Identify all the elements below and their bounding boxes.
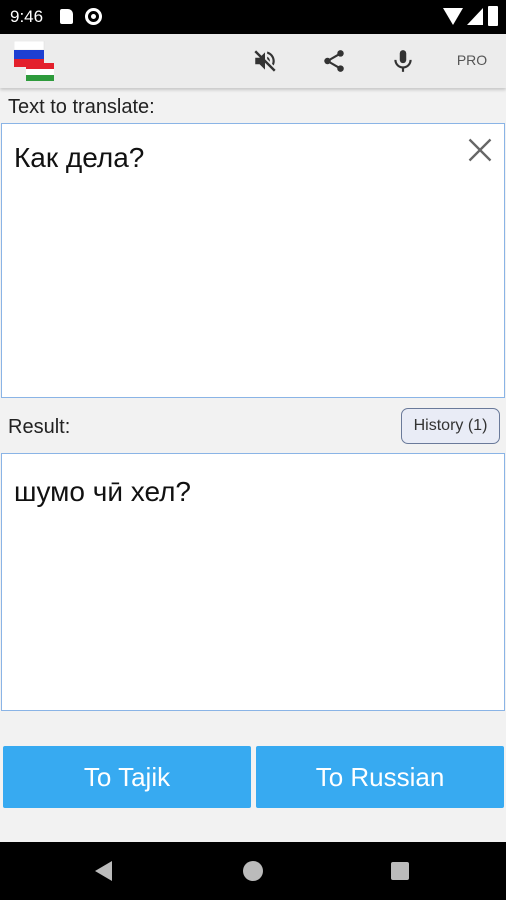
translate-input-text[interactable]: Как дела?	[14, 142, 144, 174]
to-tajik-button[interactable]: To Tajik	[3, 746, 251, 808]
history-button[interactable]: History (1)	[401, 408, 500, 444]
app-toolbar: PRO	[0, 34, 506, 88]
input-label: Text to translate:	[8, 96, 155, 118]
translate-input-box[interactable]: Как дела?	[1, 123, 505, 398]
result-text[interactable]: шумо чӣ хел?	[14, 476, 191, 508]
to-russian-button[interactable]: To Russian	[256, 746, 504, 808]
navigation-bar	[0, 842, 506, 900]
recents-icon[interactable]	[391, 862, 409, 880]
result-box[interactable]: шумо чӣ хел?	[1, 453, 505, 711]
wifi-icon	[443, 8, 463, 25]
pro-button[interactable]: PRO	[448, 52, 496, 68]
sd-card-icon	[60, 9, 73, 24]
app-logo-icon[interactable]	[14, 41, 54, 81]
share-icon[interactable]	[317, 44, 351, 78]
sync-icon	[85, 8, 102, 25]
home-icon[interactable]	[243, 861, 263, 881]
clear-icon[interactable]	[466, 136, 494, 164]
battery-icon	[488, 6, 498, 26]
microphone-icon[interactable]	[386, 44, 420, 78]
status-time: 9:46	[10, 7, 44, 26]
status-bar: 9:46	[0, 0, 506, 34]
back-icon[interactable]	[95, 861, 112, 881]
result-label: Result:	[8, 416, 71, 438]
volume-off-icon[interactable]	[248, 44, 282, 78]
cell-signal-icon	[467, 8, 483, 25]
